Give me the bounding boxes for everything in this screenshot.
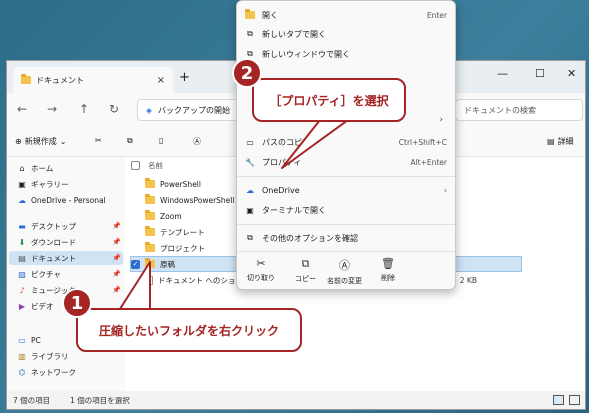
step1-callout: 圧縮したいフォルダを右クリック: [76, 308, 302, 352]
step2-text: ［プロパティ］を選択: [269, 93, 389, 108]
step1-text: 圧縮したいフォルダを右クリック: [98, 323, 279, 338]
step2-pointer: [281, 119, 349, 169]
step2-badge: 2: [232, 58, 262, 88]
step1-pointer: [117, 261, 151, 313]
step2-callout: ［プロパティ］を選択: [252, 78, 406, 122]
step1-badge: 1: [62, 288, 92, 318]
